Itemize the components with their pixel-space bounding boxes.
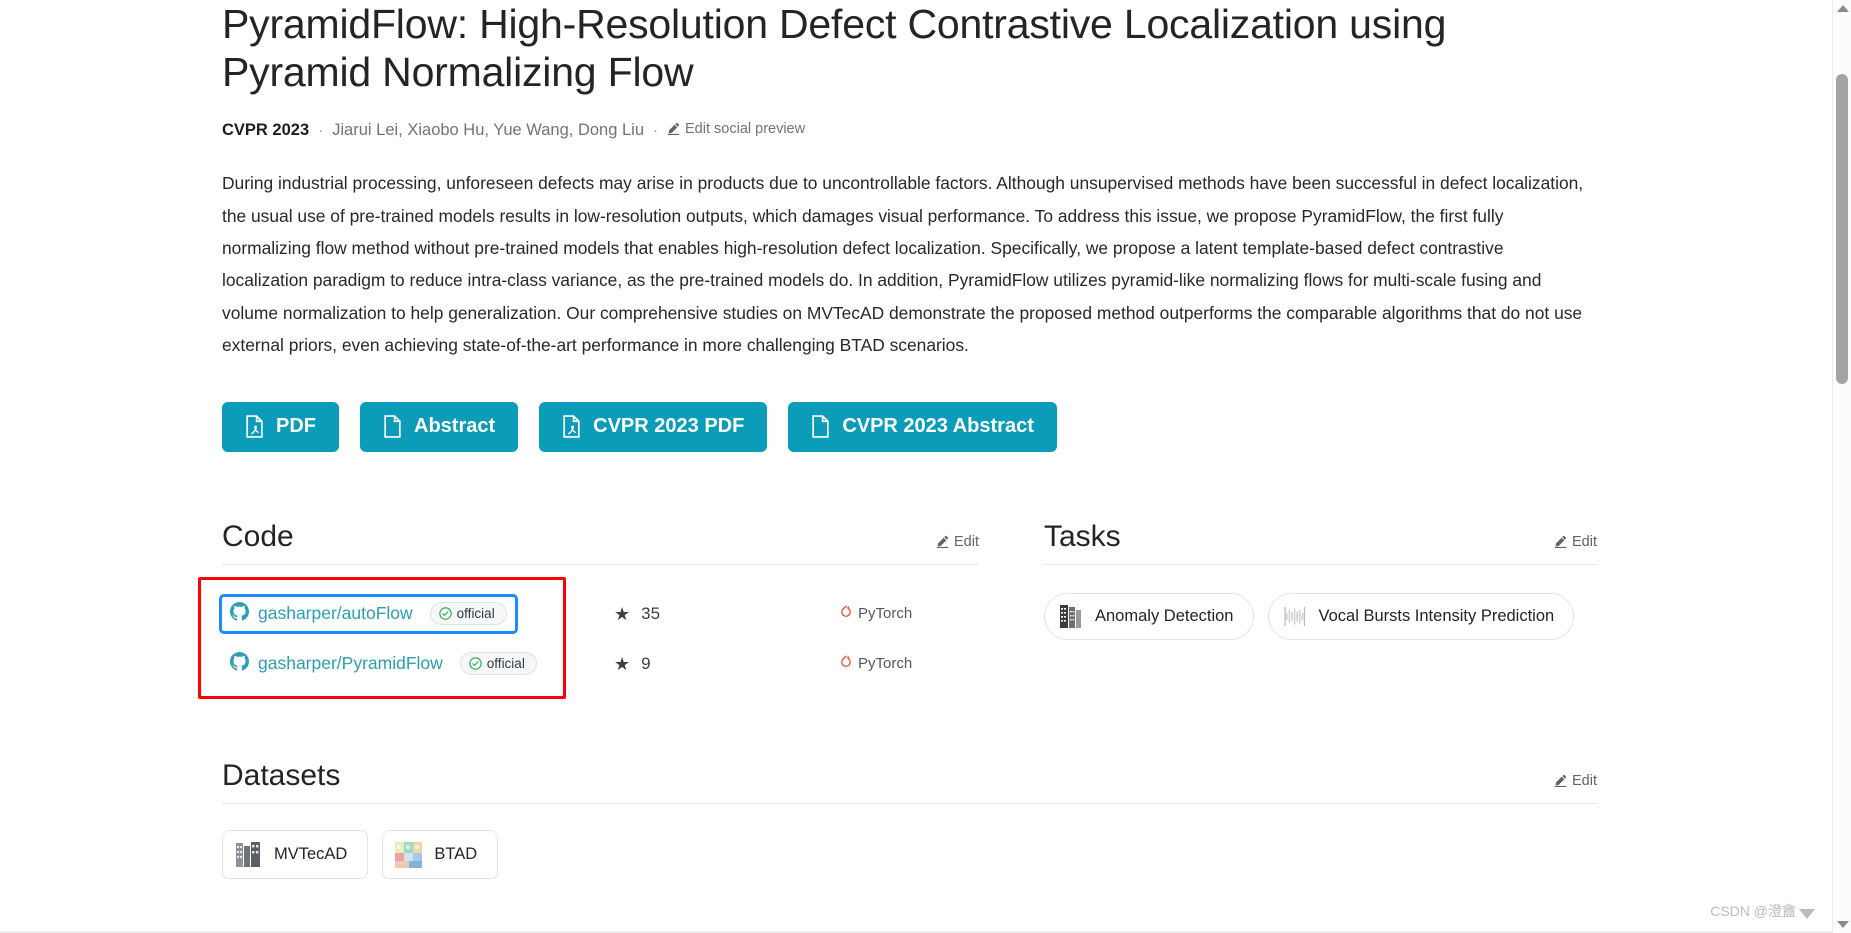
code-section: Code Edit gasharper/autoFlow official ★ … (198, 520, 979, 699)
edit-social-preview-link[interactable]: Edit social preview (667, 121, 805, 137)
datasets-edit-link[interactable]: Edit (1554, 773, 1597, 792)
repo-link-autoflow[interactable]: gasharper/autoFlow official (219, 593, 518, 634)
github-icon (230, 601, 249, 626)
dataset-chip-label: MVTecAD (274, 844, 348, 863)
abstract-button[interactable]: Abstract (360, 401, 519, 452)
sections-row: Code Edit gasharper/autoFlow official ★ … (198, 520, 1597, 699)
vocal-bursts-thumbnail-icon (1280, 602, 1308, 630)
repo-cell: gasharper/autoFlow official (219, 593, 614, 634)
code-section-header: Code Edit (222, 520, 979, 565)
task-chip-label: Anomaly Detection (1095, 606, 1234, 625)
status-badge: official (459, 652, 537, 675)
pdf-button-label: PDF (276, 415, 316, 437)
vertical-scrollbar[interactable] (1832, 0, 1851, 933)
tasks-edit-label: Edit (1572, 533, 1597, 550)
pdf-file-icon (245, 415, 264, 438)
scroll-down-arrow-icon[interactable] (1837, 921, 1849, 928)
status-badge-label: official (456, 606, 495, 621)
code-repo-table: gasharper/autoFlow official ★ 35 PyTorch… (198, 576, 979, 699)
repo-link-pyramidflow[interactable]: gasharper/PyramidFlow official (222, 647, 545, 681)
pdf-button[interactable]: PDF (222, 401, 339, 452)
page-title: PyramidFlow: High-Resolution Defect Cont… (222, 1, 1447, 96)
star-icon: ★ (614, 603, 631, 624)
task-chip-vocal-bursts[interactable]: Vocal Bursts Intensity Prediction (1267, 592, 1575, 640)
venue-pdf-button-label: CVPR 2023 PDF (593, 415, 745, 437)
venue-pdf-button[interactable]: CVPR 2023 PDF (539, 401, 768, 452)
datasets-section: Datasets Edit MVTecAD BTAD (222, 759, 1597, 879)
code-section-title: Code (222, 519, 294, 553)
tasks-section: Tasks Edit Anomaly Detection Vocal Burst… (1044, 520, 1597, 689)
pdf-file-icon (562, 415, 581, 438)
venue-label: CVPR 2023 (222, 121, 310, 140)
check-circle-icon (438, 607, 452, 620)
watermark: CSDN @澄盦 (1710, 901, 1815, 921)
repo-cell: gasharper/PyramidFlow official (222, 647, 614, 681)
anomaly-detection-thumbnail-icon (1057, 602, 1084, 630)
watermark-triangle-icon (1799, 908, 1815, 919)
dataset-chip-label: BTAD (434, 844, 478, 863)
framework-cell: PyTorch (839, 654, 979, 674)
pencil-square-icon (1554, 535, 1567, 548)
edit-social-preview-label: Edit social preview (685, 120, 806, 137)
scroll-up-arrow-icon[interactable] (1837, 5, 1849, 12)
github-icon (230, 651, 249, 676)
abstract-text: During industrial processing, unforeseen… (222, 173, 1584, 356)
dataset-chip-list: MVTecAD BTAD (222, 829, 1597, 879)
task-chip-label: Vocal Bursts Intensity Prediction (1318, 606, 1555, 625)
datasets-edit-label: Edit (1572, 772, 1597, 789)
venue-abstract-button[interactable]: CVPR 2023 Abstract (788, 401, 1057, 452)
browser-viewport: PyramidFlow: High-Resolution Defect Cont… (0, 0, 1851, 933)
stars-cell: ★ 35 (614, 604, 839, 624)
star-count-label: 9 (641, 653, 651, 673)
status-badge: official (429, 602, 507, 625)
tasks-section-title: Tasks (1044, 519, 1121, 553)
meta-separator-2: · (653, 122, 659, 140)
paper-meta-line: CVPR 2023 · Jiarui Lei, Xiaobo Hu, Yue W… (222, 121, 1597, 141)
mvtecad-thumbnail-icon (234, 839, 263, 869)
pytorch-icon (839, 654, 853, 674)
abstract-button-label: Abstract (414, 415, 496, 437)
stars-cell: ★ 9 (614, 654, 839, 674)
dataset-chip-btad[interactable]: BTAD (382, 829, 499, 879)
page-content: PyramidFlow: High-Resolution Defect Cont… (198, 0, 1597, 879)
pencil-square-icon (936, 535, 949, 548)
repo-name-label: gasharper/autoFlow (258, 603, 413, 623)
dataset-chip-mvtecad[interactable]: MVTecAD (222, 829, 369, 879)
task-chip-anomaly-detection[interactable]: Anomaly Detection (1044, 592, 1254, 640)
status-badge-label: official (486, 656, 525, 671)
framework-label: PyTorch (858, 655, 913, 672)
star-icon: ★ (614, 653, 631, 674)
blank-file-icon (383, 415, 402, 438)
task-chip-list: Anomaly Detection Vocal Bursts Intensity… (1044, 592, 1597, 640)
tasks-section-header: Tasks Edit (1044, 520, 1597, 565)
action-button-row: PDF Abstract CVPR 2023 PDF CVPR 2023 Abs… (222, 401, 1597, 452)
framework-cell: PyTorch (839, 604, 979, 624)
pencil-square-icon (667, 122, 680, 136)
table-row: gasharper/PyramidFlow official ★ 9 PyTor… (222, 639, 979, 689)
tasks-edit-link[interactable]: Edit (1554, 534, 1597, 553)
code-edit-link[interactable]: Edit (936, 534, 979, 553)
check-circle-icon (469, 657, 482, 670)
table-row: gasharper/autoFlow official ★ 35 PyTorch (219, 589, 979, 639)
scrollbar-thumb[interactable] (1836, 74, 1848, 384)
star-count-label: 35 (641, 603, 661, 623)
authors-label: Jiarui Lei, Xiaobo Hu, Yue Wang, Dong Li… (332, 121, 645, 140)
watermark-label: CSDN @澄盦 (1710, 903, 1796, 919)
datasets-section-title: Datasets (222, 758, 341, 792)
pytorch-icon (839, 604, 853, 624)
venue-abstract-button-label: CVPR 2023 Abstract (842, 415, 1034, 437)
btad-thumbnail-icon (394, 839, 424, 869)
repo-name-label: gasharper/PyramidFlow (258, 653, 443, 673)
code-edit-label: Edit (954, 533, 979, 550)
datasets-section-header: Datasets Edit (222, 759, 1597, 804)
pencil-square-icon (1554, 774, 1567, 787)
meta-separator-1: · (318, 122, 324, 140)
paper-page: PyramidFlow: High-Resolution Defect Cont… (0, 0, 1832, 933)
blank-file-icon (811, 415, 830, 438)
framework-label: PyTorch (858, 605, 913, 622)
